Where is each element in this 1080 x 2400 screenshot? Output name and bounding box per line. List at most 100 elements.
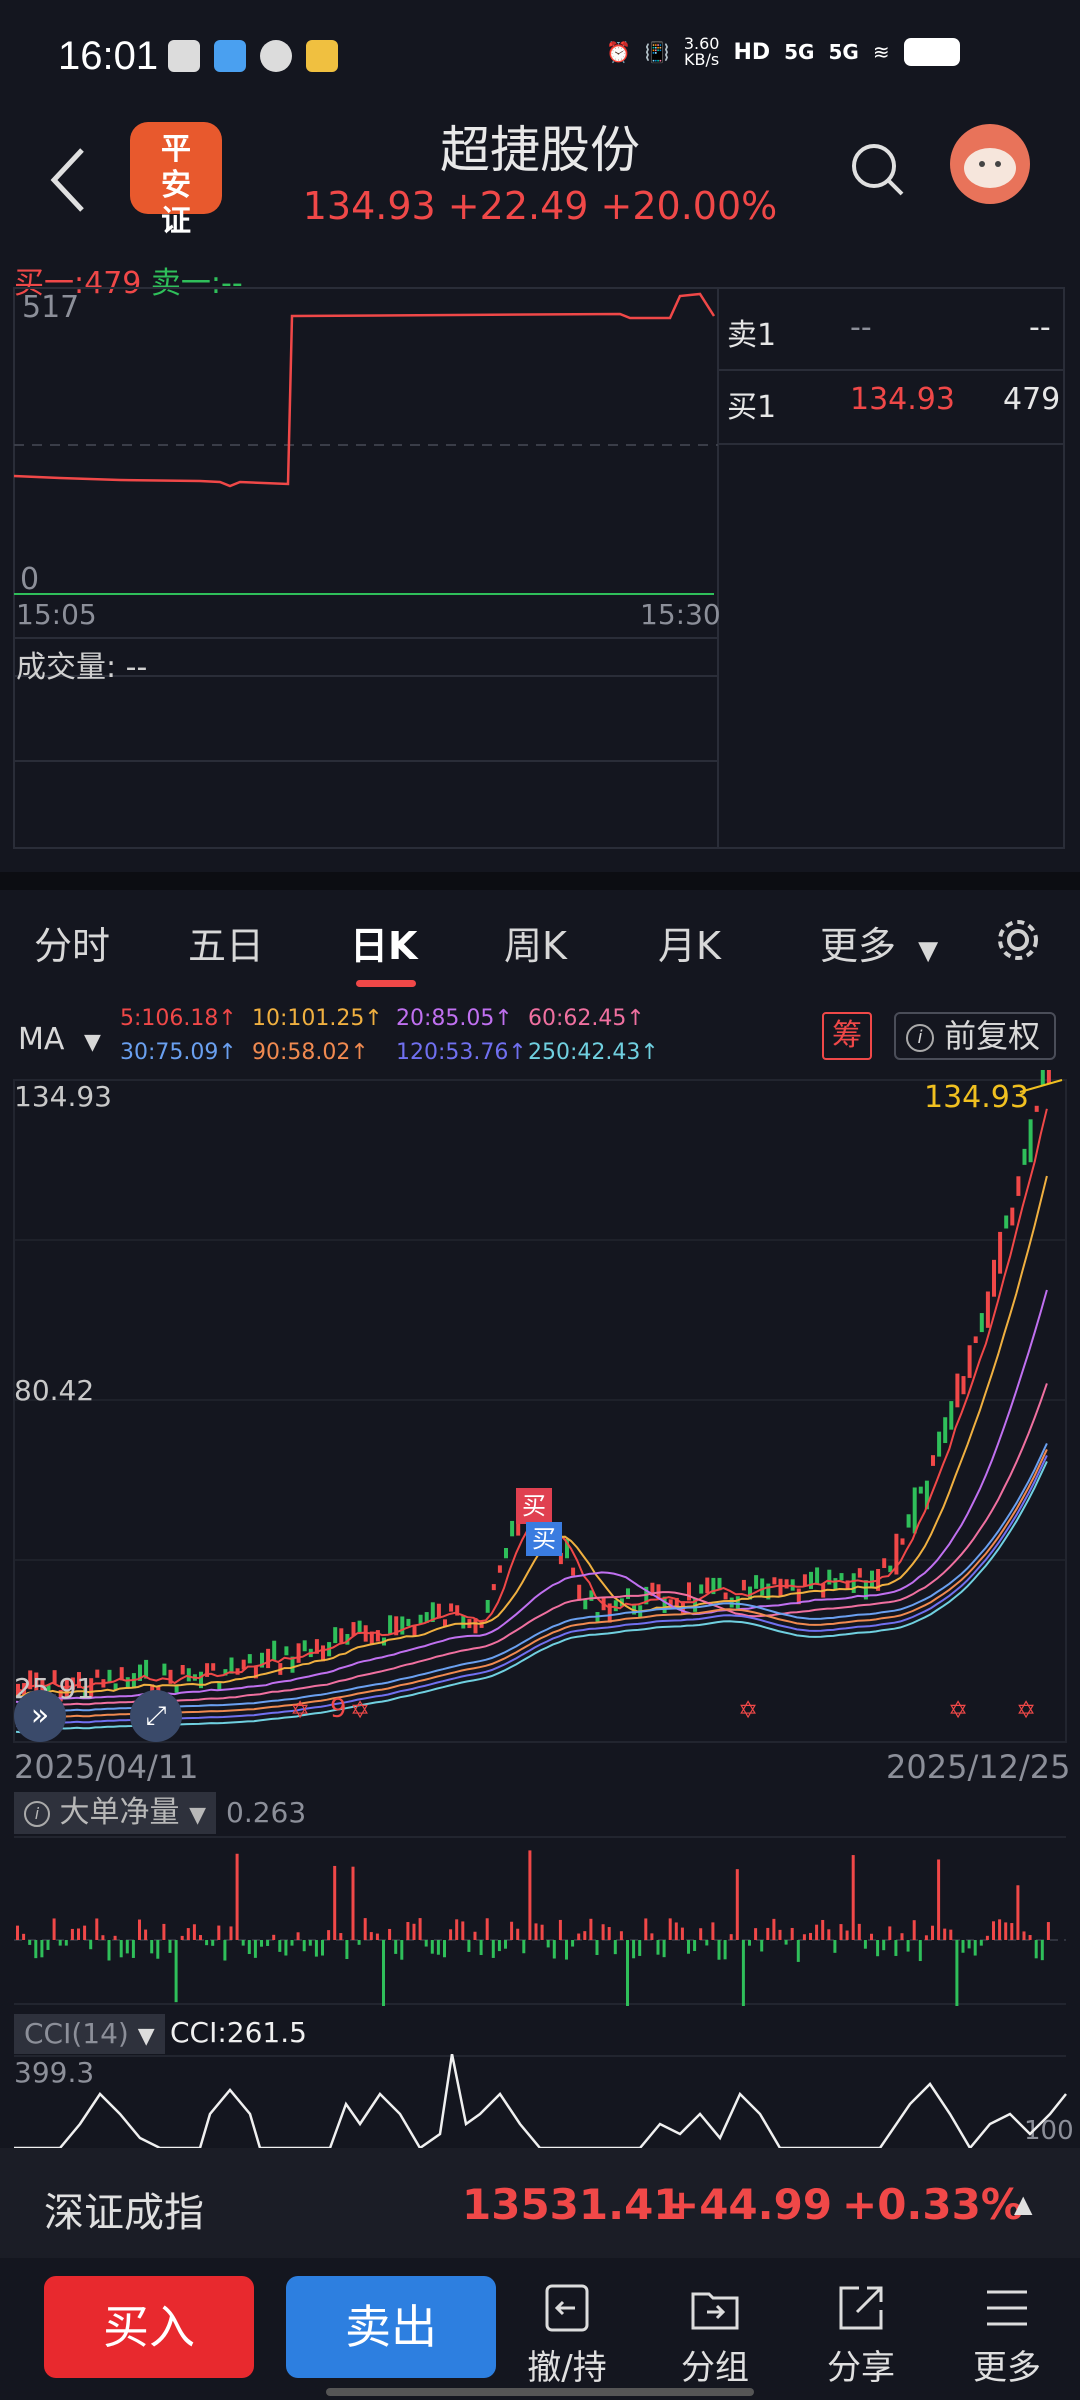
flow-bar — [162, 1923, 166, 1940]
candle — [613, 1600, 618, 1612]
candle — [272, 1640, 277, 1660]
flow-bar — [192, 1924, 196, 1940]
status-time: 16:01 — [58, 34, 159, 78]
chat-icon — [260, 40, 292, 72]
candle — [443, 1619, 447, 1627]
flow-bar — [522, 1940, 526, 1954]
cci-selector[interactable]: CCI(14) ▼ — [14, 2014, 165, 2054]
quote-change: +22.49 — [447, 184, 589, 228]
tab-weekly-k[interactable]: 周K — [504, 915, 567, 970]
flow-bar — [369, 1932, 373, 1940]
gear-icon[interactable] — [994, 916, 1042, 964]
flow-bar — [40, 1940, 44, 1958]
avatar[interactable] — [950, 124, 1030, 204]
candle — [1034, 1105, 1039, 1112]
candle — [760, 1578, 765, 1596]
flow-bar — [168, 1940, 172, 1953]
cci-line-chart[interactable] — [0, 2054, 1080, 2148]
ma-value-a-3: 60:62.45↑ — [528, 1006, 645, 1031]
flow-bar — [70, 1928, 74, 1940]
event-marker-icon[interactable]: ✡ — [290, 1696, 310, 1724]
candle — [510, 1520, 515, 1537]
candle — [955, 1373, 960, 1408]
buy-button[interactable]: 买入 — [44, 2276, 254, 2378]
search-icon[interactable] — [848, 140, 908, 200]
flow-bar — [95, 1918, 99, 1940]
expand-up-icon[interactable]: ▲ — [1014, 2190, 1032, 2218]
flow-bar — [89, 1940, 93, 1950]
flow-indicator-selector[interactable]: i 大单净量 ▼ — [14, 1792, 217, 1834]
flow-bar — [443, 1940, 446, 1958]
flow-bar — [973, 1940, 977, 1956]
cancel-hold-button[interactable]: 撤/持 — [512, 2282, 622, 2389]
flow-bar — [260, 1940, 263, 1947]
event-marker-icon[interactable]: ✡ — [738, 1696, 758, 1724]
flow-bar — [906, 1940, 910, 1952]
event-marker-icon[interactable]: ✡ — [948, 1696, 968, 1724]
flow-bar — [540, 1924, 544, 1940]
flow-bar — [150, 1940, 154, 1954]
flow-histogram[interactable] — [0, 1836, 1080, 2006]
flow-bar — [217, 1925, 221, 1940]
quote-price: 134.93 — [302, 184, 436, 228]
tab-intraday[interactable]: 分时 — [34, 915, 110, 970]
flow-bar — [924, 1935, 928, 1940]
tab-daily-k[interactable]: 日K — [350, 915, 417, 970]
candle — [626, 1588, 630, 1599]
flow-bar — [784, 1940, 788, 1945]
candle — [723, 1592, 728, 1600]
index-ticker-bar[interactable]: 深证成指 13531.41 +44.99 +0.33% ▲ — [0, 2148, 1080, 2258]
event-marker-icon[interactable]: ✡ — [350, 1696, 370, 1724]
flow-bar — [802, 1934, 806, 1940]
dropdown-triangle-icon: ▼ — [137, 2024, 155, 2049]
signal-icon-1: 5G — [784, 40, 815, 64]
stock-name: 超捷股份 — [440, 121, 640, 179]
fast-forward-icon[interactable]: » — [14, 1690, 66, 1742]
group-label: 分组 — [681, 2348, 749, 2388]
group-button[interactable]: 分组 — [660, 2282, 770, 2389]
buy-marker-2[interactable]: 买 — [526, 1522, 562, 1556]
kchart-x-start: 2025/04/11 — [14, 1748, 199, 1786]
share-button[interactable]: 分享 — [806, 2282, 916, 2389]
flow-bar — [485, 1918, 489, 1940]
tab-five-day[interactable]: 五日 — [188, 915, 264, 970]
candle — [284, 1646, 289, 1656]
flow-bar — [461, 1921, 465, 1940]
flow-bar — [900, 1933, 904, 1940]
ma-selector[interactable]: MA ▼ — [18, 1022, 101, 1057]
flow-bar — [809, 1932, 812, 1940]
fullscreen-icon[interactable]: ⤢ — [130, 1690, 182, 1742]
flow-bar — [449, 1929, 453, 1940]
flow-bar — [430, 1940, 434, 1954]
status-indicators: ⏰ 📳 3.60 KB/s HD 5G 5G ≋ — [606, 36, 960, 68]
adjust-mode-button[interactable]: i 前复权 — [894, 1012, 1056, 1060]
wifi-icon: ≋ — [872, 40, 890, 64]
order-book-sell1: 卖1 -- -- — [725, 310, 1065, 353]
buy-marker-1[interactable]: 买 — [516, 1488, 552, 1524]
flow-bar — [552, 1940, 556, 1959]
chip-distribution-button[interactable]: 筹 — [822, 1012, 872, 1060]
flow-bar — [345, 1940, 349, 1960]
alarm-icon: ⏰ — [606, 40, 631, 64]
tab-monthly-k[interactable]: 月K — [658, 915, 721, 970]
sell-button[interactable]: 卖出 — [286, 2276, 496, 2378]
share-icon — [839, 2286, 883, 2330]
candle — [851, 1573, 856, 1593]
flow-bar — [534, 1923, 538, 1940]
more-button[interactable]: 更多 — [952, 2282, 1062, 2389]
kline-chart[interactable] — [0, 1070, 1080, 1750]
flow-bar — [64, 1940, 68, 1946]
flow-bar — [138, 1919, 141, 1940]
candle — [937, 1431, 942, 1457]
candle — [302, 1640, 307, 1652]
flow-bar — [833, 1940, 837, 1953]
event-marker-icon[interactable]: ✡ — [1016, 1696, 1036, 1724]
flow-bar — [754, 1928, 758, 1940]
flow-bar — [1028, 1935, 1032, 1940]
dropdown-triangle-icon: ▼ — [189, 1803, 207, 1828]
flow-bar — [693, 1940, 697, 1952]
flow-bar — [321, 1940, 324, 1956]
flow-bar — [314, 1940, 318, 1957]
flow-bar — [333, 1865, 337, 1940]
tab-more[interactable]: 更多 ▼ — [820, 915, 938, 970]
